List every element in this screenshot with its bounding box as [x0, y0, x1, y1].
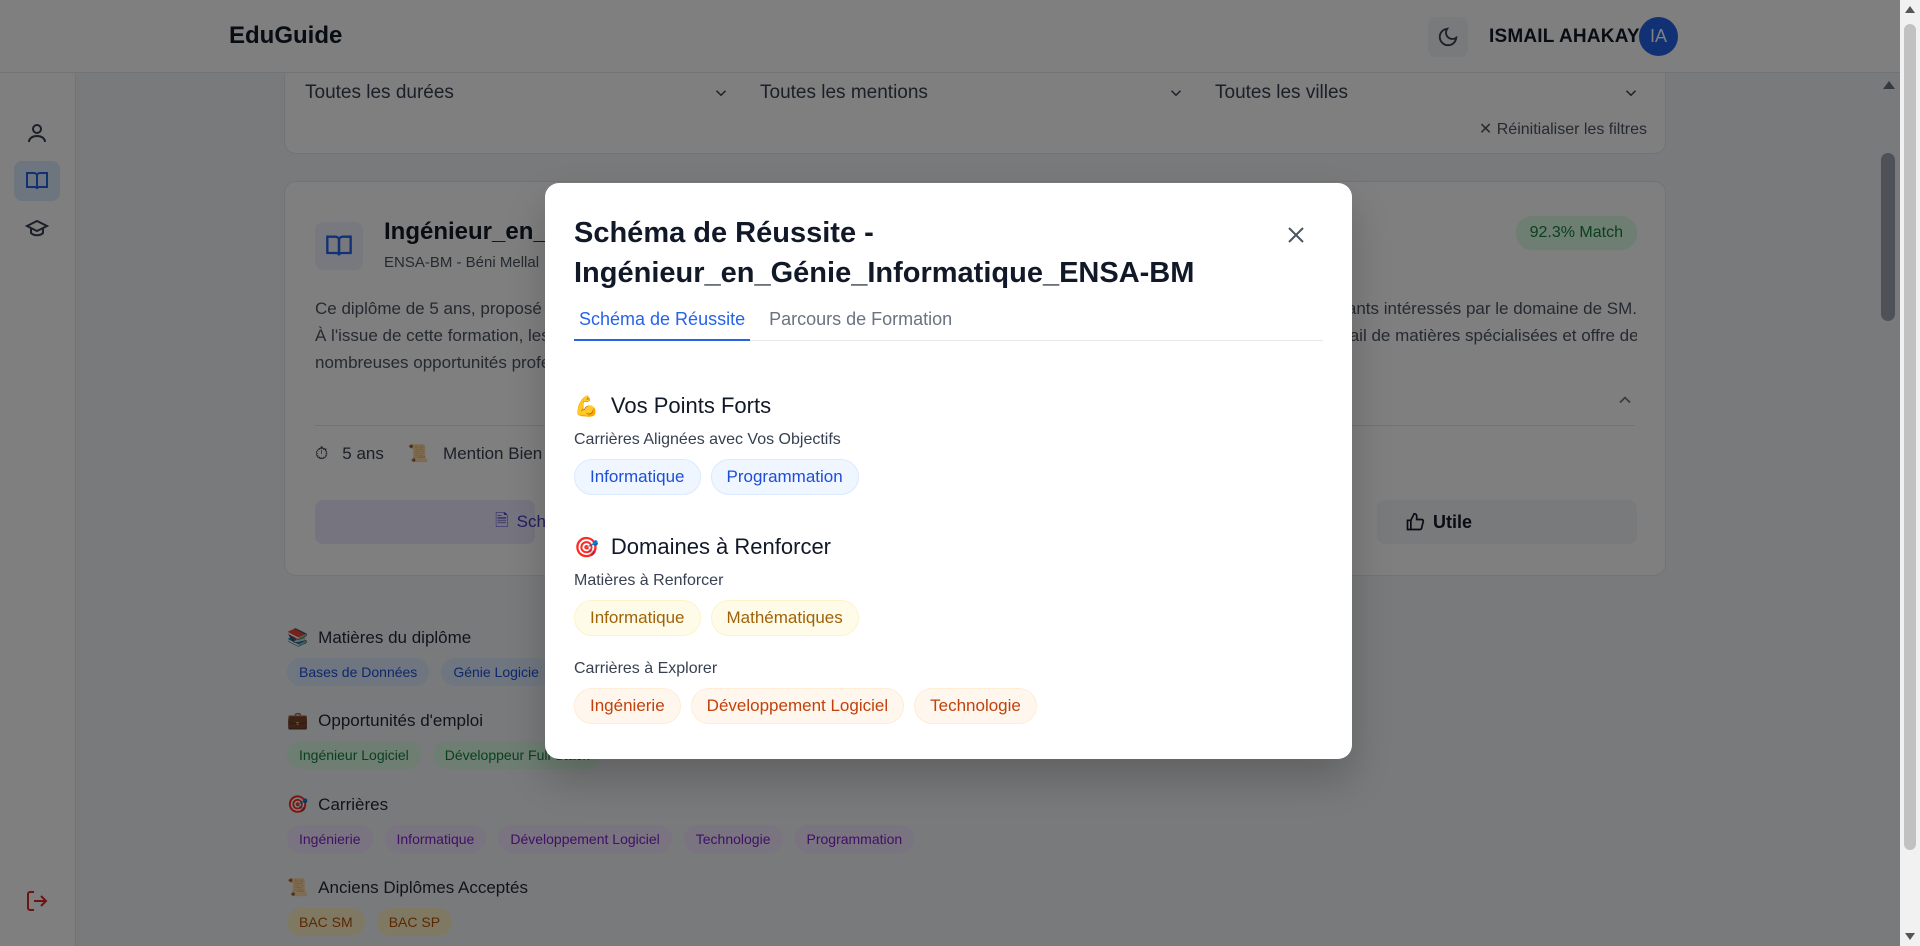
browser-scrollbar[interactable]	[1900, 0, 1920, 946]
close-icon[interactable]	[1284, 223, 1308, 247]
career-chip: Technologie	[914, 688, 1037, 724]
careers-to-explore-label: Carrières à Explorer	[574, 660, 718, 677]
strength-chip: Programmation	[710, 459, 859, 495]
strengths-subheading: Carrières Alignées avec Vos Objectifs	[574, 431, 841, 448]
subject-chip: Mathématiques	[710, 600, 859, 636]
scroll-up-arrow[interactable]	[1905, 6, 1915, 13]
career-chip: Ingénierie	[574, 688, 681, 724]
reinforce-section: 🎯 Domaines à Renforcer Matières à Renfor…	[574, 534, 1037, 724]
subjects-to-reinforce-label: Matières à Renforcer	[574, 572, 724, 589]
career-chip: Développement Logiciel	[690, 688, 905, 724]
subject-chip: Informatique	[574, 600, 701, 636]
tab-success-scheme[interactable]: Schéma de Réussite	[574, 309, 751, 341]
modal-tabs: Schéma de Réussite Parcours de Formation	[574, 309, 1323, 341]
strengths-heading: Vos Points Forts	[610, 393, 772, 418]
flexed-biceps-icon: 💪	[574, 395, 599, 418]
tab-training-path[interactable]: Parcours de Formation	[764, 309, 957, 341]
success-scheme-modal: Schéma de Réussite - Ingénieur_en_Génie_…	[545, 183, 1352, 759]
strength-chip: Informatique	[574, 459, 701, 495]
strengths-section: 💪 Vos Points Forts Carrières Alignées av…	[574, 393, 859, 495]
reinforce-heading: Domaines à Renforcer	[610, 534, 832, 559]
scroll-thumb[interactable]	[1904, 24, 1916, 850]
modal-title: Schéma de Réussite - Ingénieur_en_Génie_…	[574, 217, 1195, 289]
scroll-down-arrow[interactable]	[1905, 933, 1915, 940]
target-icon: 🎯	[574, 536, 599, 559]
